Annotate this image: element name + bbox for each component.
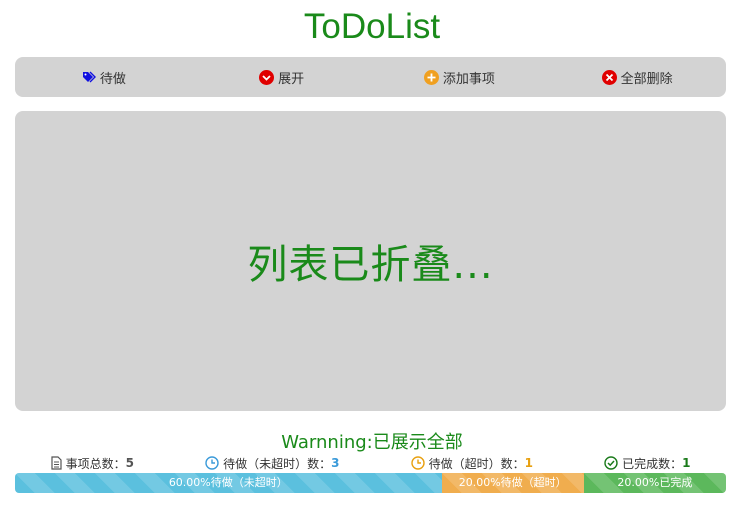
stat-pending-label: 待做（未超时）数：	[223, 456, 332, 471]
progress-segment-done: 20.00%已完成	[583, 473, 726, 493]
stat-pending-value: 3	[331, 456, 340, 470]
check-circle-icon	[604, 456, 618, 470]
document-icon	[50, 456, 62, 470]
stat-overdue-value: 1	[524, 456, 533, 470]
toolbar: 待做 展开 添加事项 全部删除	[15, 57, 726, 97]
progress-bar: 60.00%待做（未超时） 20.00%待做（超时） 20.00%已完成	[15, 473, 726, 493]
stat-done-value: 1	[682, 456, 691, 470]
add-item-label: 添加事项	[442, 71, 495, 87]
stat-overdue-label: 待做（超时）数：	[428, 456, 525, 471]
stat-total-label: 事项总数：	[65, 456, 126, 471]
clock-icon	[410, 456, 425, 470]
stat-pending: 待做（未超时）数： 3	[205, 455, 339, 472]
todo-label: 待做	[99, 71, 126, 87]
progress-segment-overdue: 20.00%待做（超时）	[441, 473, 584, 493]
stat-done-label: 已完成数：	[622, 456, 683, 471]
delete-all-label: 全部删除	[620, 71, 673, 87]
stat-done: 已完成数： 1	[604, 455, 690, 472]
expand-label: 展开	[278, 71, 305, 87]
expand-button[interactable]: 展开	[193, 57, 371, 97]
stat-overdue: 待做（超时）数： 1	[410, 455, 533, 472]
add-item-button[interactable]: 添加事项	[371, 57, 549, 97]
tag-icon	[82, 71, 96, 83]
todo-button[interactable]: 待做	[15, 57, 193, 97]
delete-all-button[interactable]: 全部删除	[548, 57, 726, 97]
stats-bar: 事项总数： 5 待做（未超时）数： 3 待做（超时）数： 1 已完成数： 1	[15, 454, 726, 472]
progress-segment-pending: 60.00%待做（未超时）	[15, 473, 442, 493]
warning-message: Warnning:已展示全部	[281, 432, 463, 453]
stat-total: 事项总数： 5	[50, 455, 134, 472]
stat-total-value: 5	[125, 456, 134, 470]
clock-icon	[205, 456, 219, 470]
chevron-down-circle-icon	[259, 69, 275, 85]
todo-list-panel: 列表已折叠...	[15, 111, 726, 411]
close-circle-icon	[601, 69, 617, 85]
app-title: ToDoList	[303, 7, 441, 46]
list-folded-message: 列表已折叠...	[247, 242, 494, 288]
todo-app: ToDoList 待做 展开 添加事项 全部删除 列表已折叠... Warnni…	[0, 0, 744, 510]
plus-circle-icon	[423, 69, 439, 85]
